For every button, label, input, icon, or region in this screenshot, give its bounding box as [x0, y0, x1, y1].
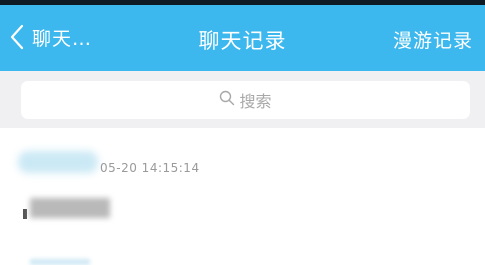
search-placeholder: 搜索: [239, 92, 272, 111]
navigation-bar: 聊天… 聊天记录 漫游记录: [0, 5, 485, 71]
next-sender-redacted: [30, 259, 90, 265]
sender-name-redacted: [18, 151, 98, 173]
chat-record-item[interactable]: 05-20 14:15:14: [0, 128, 485, 265]
message-content-marker: [23, 209, 27, 219]
search-input[interactable]: 搜索: [21, 81, 470, 119]
search-icon: [219, 90, 239, 110]
search-area: 搜索: [0, 71, 485, 128]
roaming-records-button[interactable]: 漫游记录: [393, 26, 473, 53]
record-timestamp: 05-20 14:15:14: [100, 161, 200, 175]
message-content-redacted: [30, 198, 110, 218]
